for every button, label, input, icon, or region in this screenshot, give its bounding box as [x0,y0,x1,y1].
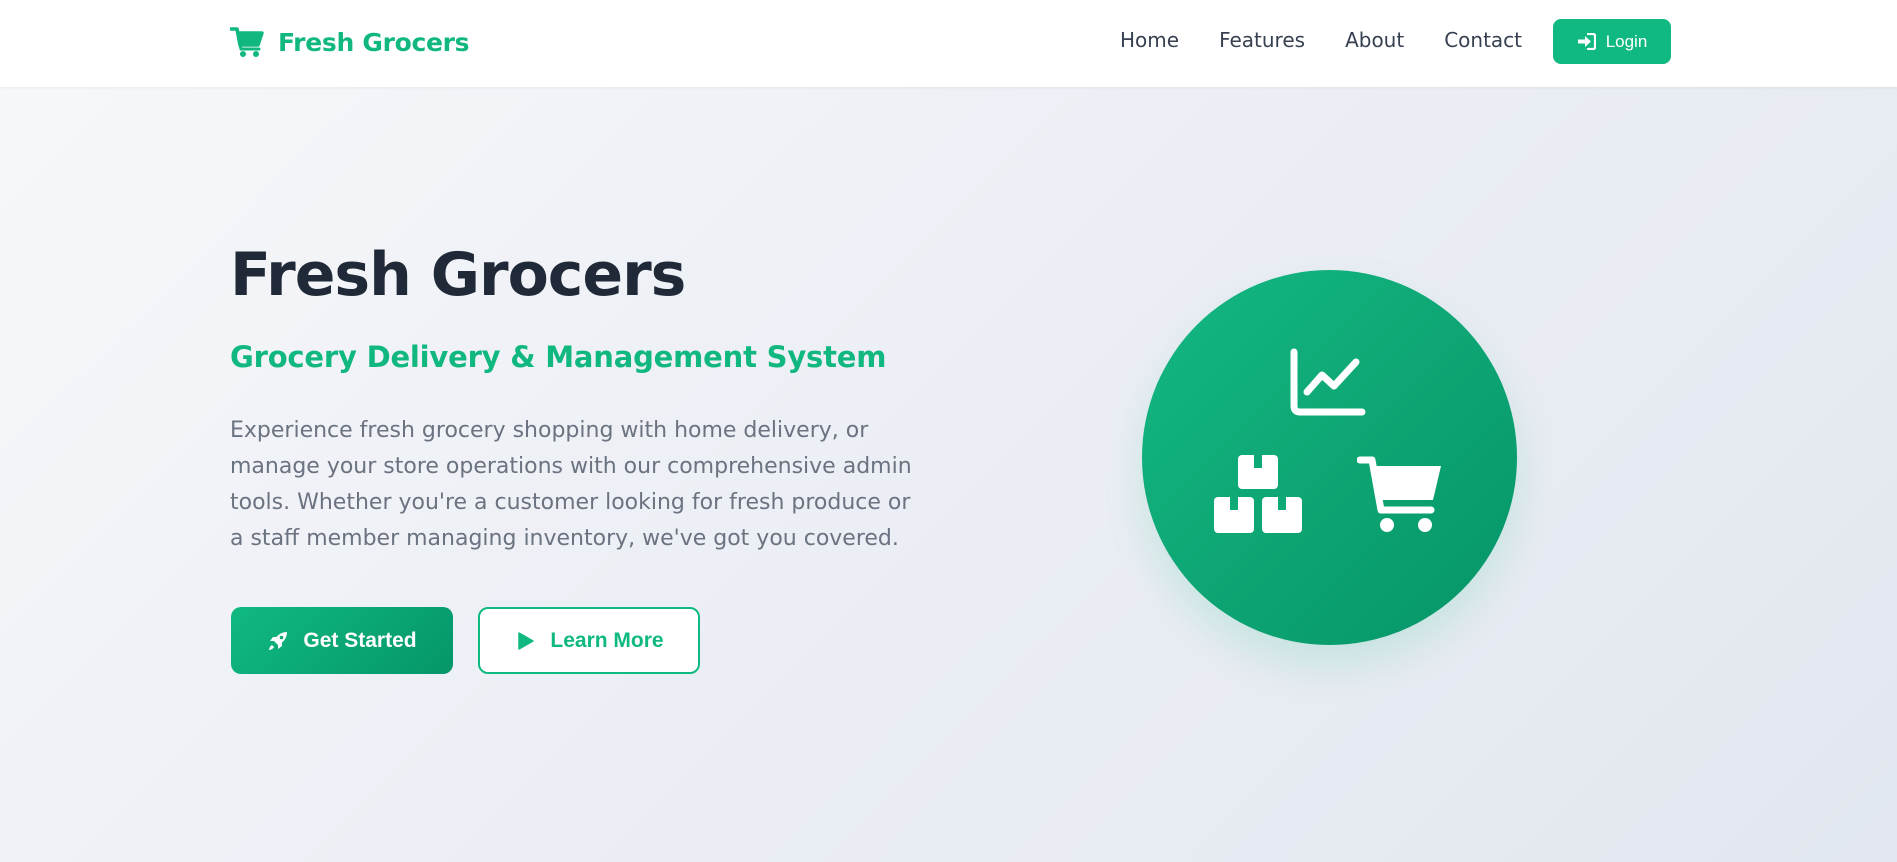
play-icon [518,631,535,650]
hero-subtitle: Grocery Delivery & Management System [230,340,887,374]
learn-more-button[interactable]: Learn More [478,607,700,674]
brand-link[interactable]: Fresh Grocers [230,24,470,60]
hero-title: Fresh Grocers [230,240,686,310]
learn-more-label: Learn More [550,628,664,652]
nav-link-home[interactable]: Home [1120,28,1179,52]
nav-links: Home Features About Contact [1120,28,1522,52]
navbar: Fresh Grocers Home Features About Contac… [0,0,1897,87]
login-label: Login [1605,31,1648,51]
cart-icon [1357,456,1441,532]
nav-link-features[interactable]: Features [1219,28,1305,52]
nav-link-contact[interactable]: Contact [1444,28,1522,52]
chart-line-icon [1290,348,1366,416]
sign-in-icon [1577,33,1596,50]
login-button[interactable]: Login [1553,19,1671,64]
boxes-icon [1214,455,1302,533]
hero-description: Experience fresh grocery shopping with h… [230,418,912,551]
cart-icon [230,27,264,57]
hero-illustration [1142,270,1517,645]
rocket-icon [269,631,288,650]
get-started-button[interactable]: Get Started [231,607,453,674]
nav-link-about[interactable]: About [1345,28,1404,52]
get-started-label: Get Started [303,628,417,652]
brand-name: Fresh Grocers [278,27,470,57]
